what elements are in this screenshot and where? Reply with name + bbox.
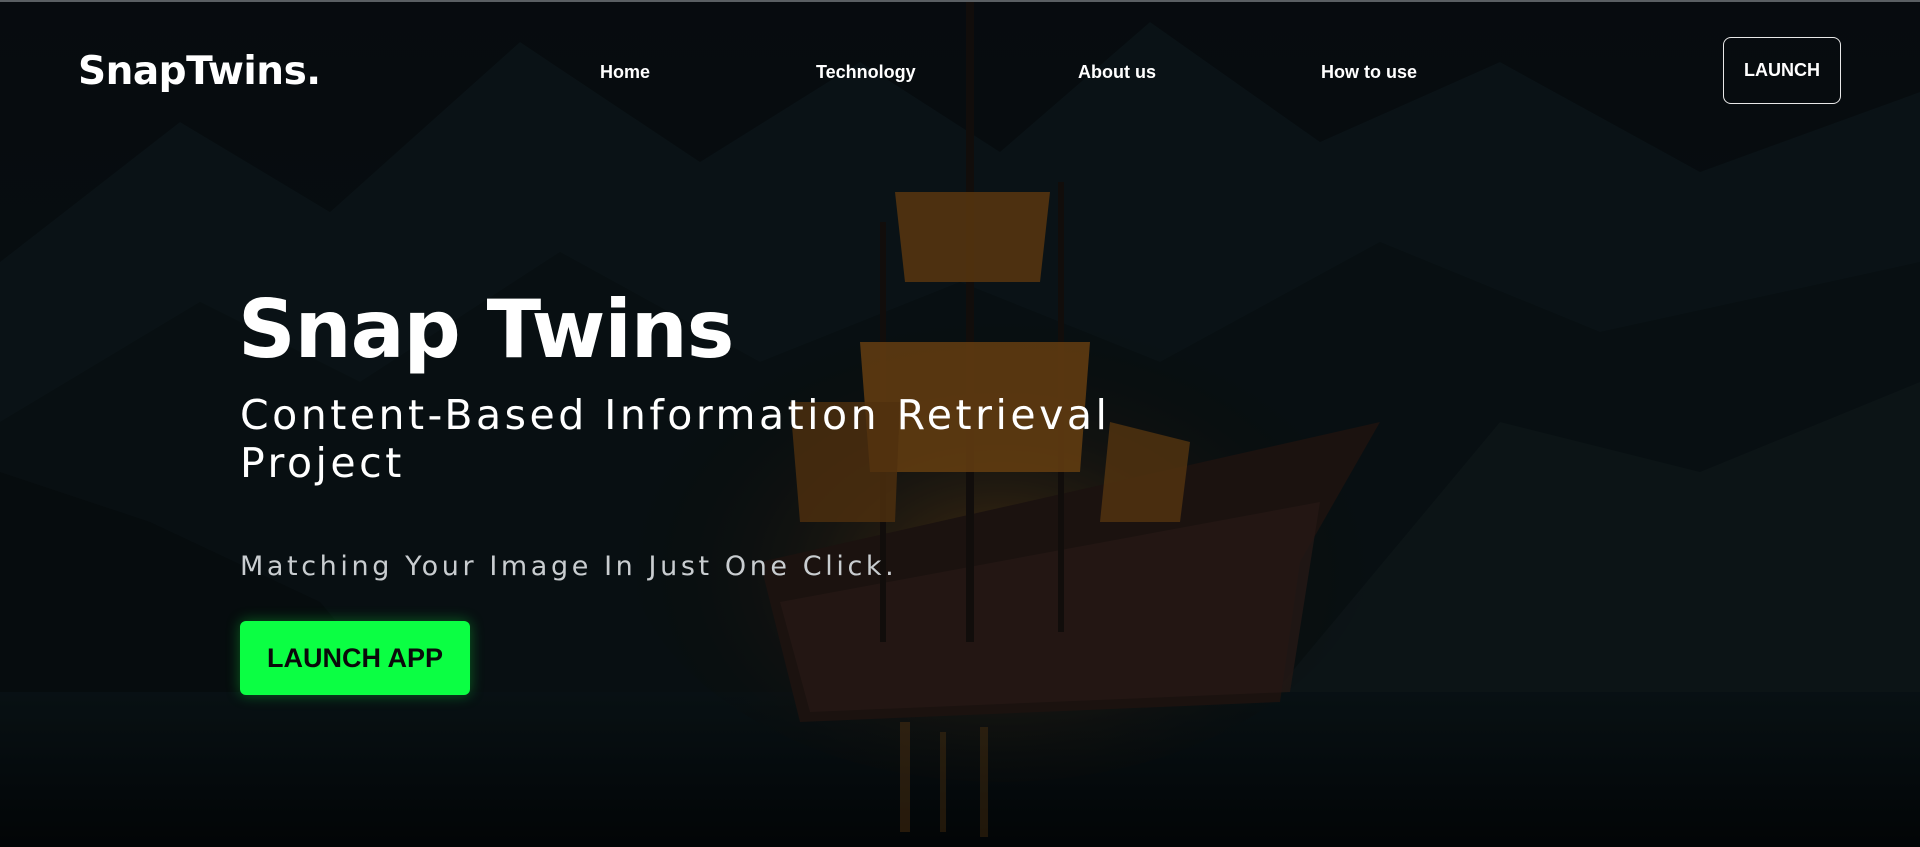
nav-link-about-us[interactable]: About us (1078, 61, 1156, 83)
hero-subtitle: Content-Based Information Retrieval Proj… (240, 391, 1111, 487)
logo[interactable]: SnapTwins. (78, 48, 321, 96)
nav-link-home[interactable]: Home (600, 61, 650, 83)
hero-title: Snap Twins (238, 283, 734, 376)
launch-app-button[interactable]: LAUNCH APP (240, 621, 470, 695)
launch-button-label: LAUNCH (1744, 60, 1820, 80)
hero-tagline: Matching Your Image In Just One Click. (240, 551, 898, 582)
launch-app-button-label: LAUNCH APP (266, 642, 443, 673)
launch-button[interactable]: LAUNCH (1723, 37, 1841, 104)
landing-page: SnapTwins. Home Technology About us How … (0, 0, 1920, 847)
nav-link-technology[interactable]: Technology (816, 61, 916, 83)
nav-link-how-to-use[interactable]: How to use (1321, 61, 1417, 83)
